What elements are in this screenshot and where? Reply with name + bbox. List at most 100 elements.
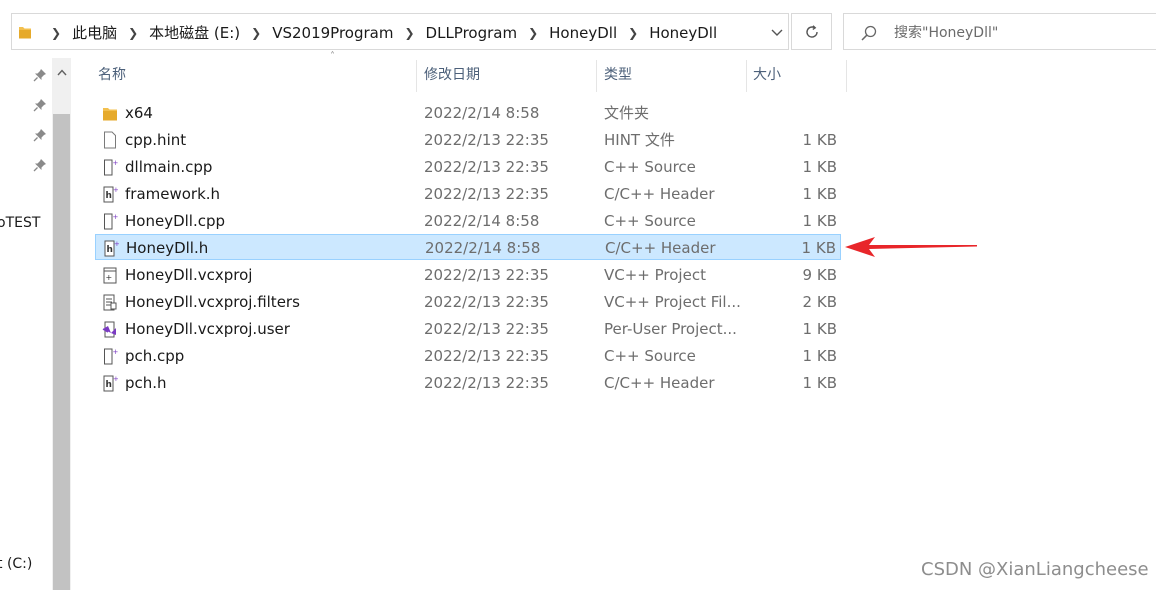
file-date: 2022/2/13 22:35 bbox=[424, 266, 549, 284]
file-date: 2022/2/13 22:35 bbox=[424, 320, 549, 338]
breadcrumb-item[interactable]: HoneyDll bbox=[647, 24, 719, 42]
svg-text:h: h bbox=[107, 245, 113, 255]
navigation-pane: oTEST t (C:) bbox=[0, 58, 52, 590]
address-bar[interactable]: ❯ 此电脑 ❯ 本地磁盘 (E:) ❯ VS2019Program ❯ DLLP… bbox=[11, 13, 789, 50]
file-row[interactable]: h + pch.h 2022/2/13 22:35 C/C++ Header 1… bbox=[95, 370, 841, 396]
breadcrumb-item[interactable]: HoneyDll bbox=[547, 24, 619, 42]
breadcrumb-item[interactable]: 本地磁盘 (E:) bbox=[147, 22, 242, 43]
file-row[interactable]: h + framework.h 2022/2/13 22:35 C/C++ He… bbox=[95, 181, 841, 207]
file-row[interactable]: cpp.hint 2022/2/13 22:35 HINT 文件 1 KB bbox=[95, 127, 841, 153]
file-size: 1 KB bbox=[801, 239, 836, 257]
breadcrumb-item[interactable]: 此电脑 bbox=[70, 22, 119, 43]
cpp-file-icon: + bbox=[104, 348, 119, 365]
file-row[interactable]: + pch.cpp 2022/2/13 22:35 C++ Source 1 K… bbox=[95, 343, 841, 369]
chevron-down-icon bbox=[771, 29, 783, 36]
folder-icon bbox=[103, 108, 117, 121]
column-header-date[interactable]: 修改日期 bbox=[424, 58, 480, 92]
breadcrumb-item[interactable]: VS2019Program bbox=[270, 24, 395, 42]
header-file-icon: h + bbox=[103, 186, 118, 203]
file-name: HoneyDll.vcxproj bbox=[125, 266, 253, 284]
svg-text:+: + bbox=[113, 213, 119, 221]
file-type: HINT 文件 bbox=[604, 131, 675, 149]
file-date: 2022/2/13 22:35 bbox=[424, 185, 549, 203]
svg-text:+: + bbox=[113, 348, 119, 356]
breadcrumb-item[interactable]: DLLProgram bbox=[424, 24, 520, 42]
cpp-file-icon: + bbox=[104, 159, 119, 176]
file-type: C/C++ Header bbox=[604, 185, 715, 203]
refresh-button[interactable] bbox=[791, 13, 832, 50]
filters-file-icon bbox=[103, 294, 117, 311]
column-header-name[interactable]: 名称 bbox=[98, 58, 126, 92]
svg-text:h: h bbox=[106, 191, 112, 201]
file-type: C++ Source bbox=[604, 158, 696, 176]
file-size: 1 KB bbox=[802, 185, 837, 203]
column-divider[interactable] bbox=[746, 60, 747, 92]
search-box[interactable] bbox=[843, 13, 1156, 51]
file-icon bbox=[104, 131, 116, 149]
file-type: 文件夹 bbox=[604, 104, 650, 122]
chevron-up-icon bbox=[56, 68, 67, 75]
file-size: 1 KB bbox=[802, 131, 837, 149]
chevron-right-icon[interactable]: ❯ bbox=[404, 26, 414, 40]
file-size: 1 KB bbox=[802, 158, 837, 176]
file-row[interactable]: + HoneyDll.vcxproj 2022/2/13 22:35 VC++ … bbox=[95, 262, 841, 288]
file-size: 1 KB bbox=[802, 212, 837, 230]
nav-scrollbar[interactable] bbox=[52, 58, 71, 590]
file-row[interactable]: x64 2022/2/14 8:58 文件夹 bbox=[95, 100, 841, 126]
pin-icon[interactable] bbox=[33, 98, 47, 112]
sort-ascending-icon: ˄ bbox=[330, 51, 335, 62]
file-type: VC++ Project Fil... bbox=[604, 293, 741, 311]
file-type: C/C++ Header bbox=[605, 239, 716, 257]
file-row[interactable]: HoneyDll.vcxproj.user 2022/2/13 22:35 Pe… bbox=[95, 316, 841, 342]
header-file-icon: h + bbox=[103, 375, 118, 392]
svg-text:+: + bbox=[113, 159, 119, 167]
column-header-type[interactable]: 类型 bbox=[604, 58, 632, 92]
chevron-right-icon[interactable]: ❯ bbox=[628, 26, 638, 40]
pin-icon[interactable] bbox=[33, 158, 47, 172]
chevron-right-icon[interactable]: ❯ bbox=[251, 26, 261, 40]
file-size: 1 KB bbox=[802, 347, 837, 365]
file-size: 1 KB bbox=[802, 320, 837, 338]
scroll-up-button[interactable] bbox=[52, 58, 71, 86]
file-row[interactable]: + dllmain.cpp 2022/2/13 22:35 C++ Source… bbox=[95, 154, 841, 180]
chevron-right-icon[interactable]: ❯ bbox=[128, 26, 138, 40]
watermark: CSDN @XianLiangcheese bbox=[921, 559, 1149, 580]
nav-item-label[interactable]: t (C:) bbox=[0, 556, 32, 572]
file-date: 2022/2/14 8:58 bbox=[425, 239, 541, 257]
file-type: Per-User Project... bbox=[604, 320, 737, 338]
vs-user-file-icon bbox=[102, 321, 116, 338]
pin-icon[interactable] bbox=[33, 68, 47, 82]
file-name: dllmain.cpp bbox=[125, 158, 213, 176]
file-date: 2022/2/13 22:35 bbox=[424, 158, 549, 176]
search-input[interactable] bbox=[894, 14, 1144, 51]
folder-icon bbox=[19, 27, 31, 39]
svg-text:+: + bbox=[113, 375, 118, 383]
column-divider[interactable] bbox=[596, 60, 597, 92]
file-type: C++ Source bbox=[604, 347, 696, 365]
red-arrow-annotation bbox=[845, 237, 977, 257]
file-row-selected[interactable]: h + HoneyDll.h 2022/2/14 8:58 C/C++ Head… bbox=[95, 234, 841, 260]
pin-icon[interactable] bbox=[33, 128, 47, 142]
svg-text:+: + bbox=[106, 273, 113, 282]
file-row[interactable]: + HoneyDll.cpp 2022/2/14 8:58 C++ Source… bbox=[95, 208, 841, 234]
file-date: 2022/2/13 22:35 bbox=[424, 347, 549, 365]
column-divider[interactable] bbox=[416, 60, 417, 92]
file-date: 2022/2/14 8:58 bbox=[424, 212, 540, 230]
svg-text:+: + bbox=[114, 240, 119, 248]
file-row[interactable]: HoneyDll.vcxproj.filters 2022/2/13 22:35… bbox=[95, 289, 841, 315]
file-date: 2022/2/14 8:58 bbox=[424, 104, 540, 122]
file-name: HoneyDll.cpp bbox=[125, 212, 226, 230]
column-divider[interactable] bbox=[846, 60, 847, 92]
header-file-icon: h + bbox=[104, 240, 119, 257]
column-header-size[interactable]: 大小 bbox=[753, 58, 781, 92]
scroll-thumb[interactable] bbox=[53, 114, 70, 590]
file-date: 2022/2/13 22:35 bbox=[424, 293, 549, 311]
file-type: C++ Source bbox=[604, 212, 696, 230]
chevron-right-icon[interactable]: ❯ bbox=[528, 26, 538, 40]
file-name: HoneyDll.h bbox=[126, 239, 209, 257]
search-icon bbox=[861, 25, 877, 41]
nav-item-label[interactable]: oTEST bbox=[0, 215, 40, 231]
svg-text:+: + bbox=[113, 186, 118, 194]
file-name: x64 bbox=[125, 104, 153, 122]
address-history-dropdown[interactable] bbox=[764, 14, 790, 51]
